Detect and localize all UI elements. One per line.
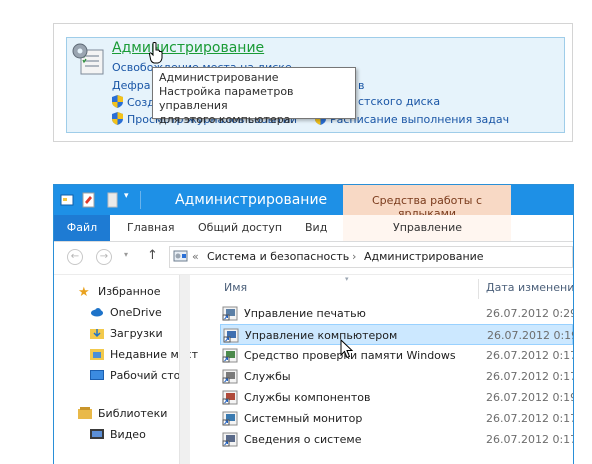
tab-share[interactable]: Общий доступ [198, 215, 282, 241]
tooltip-line: для этого компьютера. [159, 113, 294, 126]
window-icon[interactable] [60, 193, 74, 207]
title-bar: ▾ Администрирование Средства работы с яр… [54, 185, 573, 220]
create-link-label: Созд [127, 96, 155, 109]
task-scheduler-label: Расписание выполнения задач [330, 113, 510, 126]
properties-icon[interactable] [82, 192, 96, 208]
video-icon [90, 429, 104, 439]
sidebar-item-onedrive[interactable]: OneDrive [90, 302, 162, 323]
shield-icon [112, 95, 123, 108]
breadcrumb-overflow[interactable]: « [192, 250, 199, 263]
file-name: Службы компонентов [244, 391, 371, 404]
defragment-link[interactable]: Дефра [112, 79, 151, 92]
file-name: Сведения о системе [244, 433, 362, 446]
explorer-window: ▾ Администрирование Средства работы с яр… [53, 184, 574, 464]
file-date: 26.07.2012 0:19 [487, 329, 574, 342]
tooltip-title: Администрирование [159, 71, 279, 84]
sidebar-item-downloads[interactable]: Загрузки [90, 323, 163, 344]
window-title: Администрирование [175, 192, 328, 208]
control-panel-icon [173, 250, 188, 262]
column-header-name[interactable]: Имя [224, 281, 247, 294]
breadcrumb-administration[interactable]: Администрирование [364, 250, 484, 263]
sidebar-item-desktop[interactable]: Рабочий стол [90, 365, 187, 386]
shortcut-icon [223, 328, 239, 343]
navigation-bar: ← → ▾ ↑ « Система и безопасность › Админ… [54, 242, 573, 275]
shortcut-tools-context-tab: Средства работы с ярлыками [343, 185, 511, 220]
recent-places-icon [90, 349, 104, 360]
table-row[interactable]: Сведения о системе 26.07.2012 0:17 [220, 429, 573, 450]
address-bar[interactable]: « Система и безопасность › Администриров… [169, 246, 573, 268]
sidebar-item-libraries[interactable]: Библиотеки [78, 403, 167, 424]
title-divider [140, 191, 141, 209]
quick-access-dropdown-icon[interactable]: ▾ [124, 191, 136, 205]
file-list: ▾ Имя Дата изменения Управление печатью 2… [190, 275, 573, 464]
sidebar-item-label: Рабочий стол [110, 369, 188, 382]
hand-cursor-icon [149, 42, 163, 64]
desktop-icon [90, 370, 104, 380]
cloud-icon [91, 308, 103, 317]
table-row[interactable]: Службы 26.07.2012 0:17 [220, 366, 573, 387]
tab-manage[interactable]: Управление [393, 215, 462, 241]
file-date: 26.07.2012 0:29 [486, 307, 574, 320]
sidebar-item-label: Избранное [98, 285, 161, 298]
shortcut-icon [222, 411, 238, 426]
administrative-tools-icon [72, 43, 104, 75]
shortcut-icon [222, 369, 238, 384]
disk-link-fragment[interactable]: стского диска [358, 95, 440, 108]
table-row[interactable]: Системный монитор 26.07.2012 0:17 [220, 408, 573, 429]
file-date: 26.07.2012 0:17 [486, 433, 574, 446]
shortcut-icon [222, 432, 238, 447]
shortcut-icon [222, 348, 238, 363]
table-row[interactable]: Средство проверки памяти Windows 26.07.20… [220, 345, 573, 366]
file-date: 26.07.2012 0:17 [486, 412, 574, 425]
file-name: Управление компьютером [245, 329, 398, 342]
table-row[interactable]: Управление компьютером 26.07.2012 0:19 [220, 324, 573, 345]
tooltip-line: Настройка параметров управления [159, 85, 294, 112]
sidebar-item-label: Загрузки [110, 327, 163, 340]
star-icon: ★ [78, 285, 90, 300]
file-date: 26.07.2012 0:19 [486, 391, 574, 404]
file-name: Системный монитор [244, 412, 363, 425]
downloads-icon [90, 329, 104, 339]
back-button[interactable]: ← [67, 249, 83, 265]
file-date: 26.07.2012 0:17 [486, 370, 574, 383]
tab-home[interactable]: Главная [127, 215, 175, 241]
libraries-icon [78, 407, 92, 419]
forward-button[interactable]: → [96, 249, 112, 265]
file-name: Службы [244, 370, 291, 383]
up-arrow-icon[interactable]: ↑ [147, 248, 158, 263]
new-folder-icon[interactable] [106, 192, 120, 208]
breadcrumb-separator: › [352, 250, 357, 263]
column-header-date[interactable]: Дата изменения [486, 281, 573, 294]
tooltip: Администрирование Настройка параметров у… [152, 67, 356, 126]
column-separator[interactable] [478, 279, 479, 299]
recent-locations-icon[interactable]: ▾ [124, 250, 128, 259]
file-date: 26.07.2012 0:17 [486, 349, 574, 362]
sidebar-item-label: Библиотеки [98, 407, 168, 420]
sidebar-item-video[interactable]: Видео [90, 424, 146, 445]
breadcrumb-system-security[interactable]: Система и безопасность [207, 250, 349, 263]
table-row[interactable]: Службы компонентов 26.07.2012 0:19 [220, 387, 573, 408]
sidebar-item-favorites[interactable]: ★ Избранное [78, 281, 160, 302]
shield-icon [112, 112, 123, 125]
administration-link[interactable]: Администрирование [112, 40, 264, 56]
sidebar-item-label: OneDrive [110, 306, 162, 319]
tab-view[interactable]: Вид [305, 215, 327, 241]
table-row[interactable]: Управление печатью 26.07.2012 0:29 [220, 303, 573, 324]
tab-file[interactable]: Файл [54, 215, 110, 241]
services-link-fragment[interactable]: в [358, 79, 364, 92]
sidebar-item-label: Видео [110, 428, 146, 441]
shortcut-icon [222, 306, 238, 321]
shortcut-icon [222, 390, 238, 405]
file-name: Управление печатью [244, 307, 366, 320]
sidebar-scrollbar[interactable] [179, 275, 190, 464]
navigation-pane: ★ Избранное OneDrive Загрузки Недавние ме… [54, 275, 198, 464]
sort-indicator-icon: ▾ [345, 275, 349, 283]
arrow-cursor-icon [340, 339, 353, 359]
ribbon-tabs: Файл Главная Общий доступ Вид Управление [54, 215, 573, 242]
create-link[interactable]: Созд [112, 95, 155, 109]
